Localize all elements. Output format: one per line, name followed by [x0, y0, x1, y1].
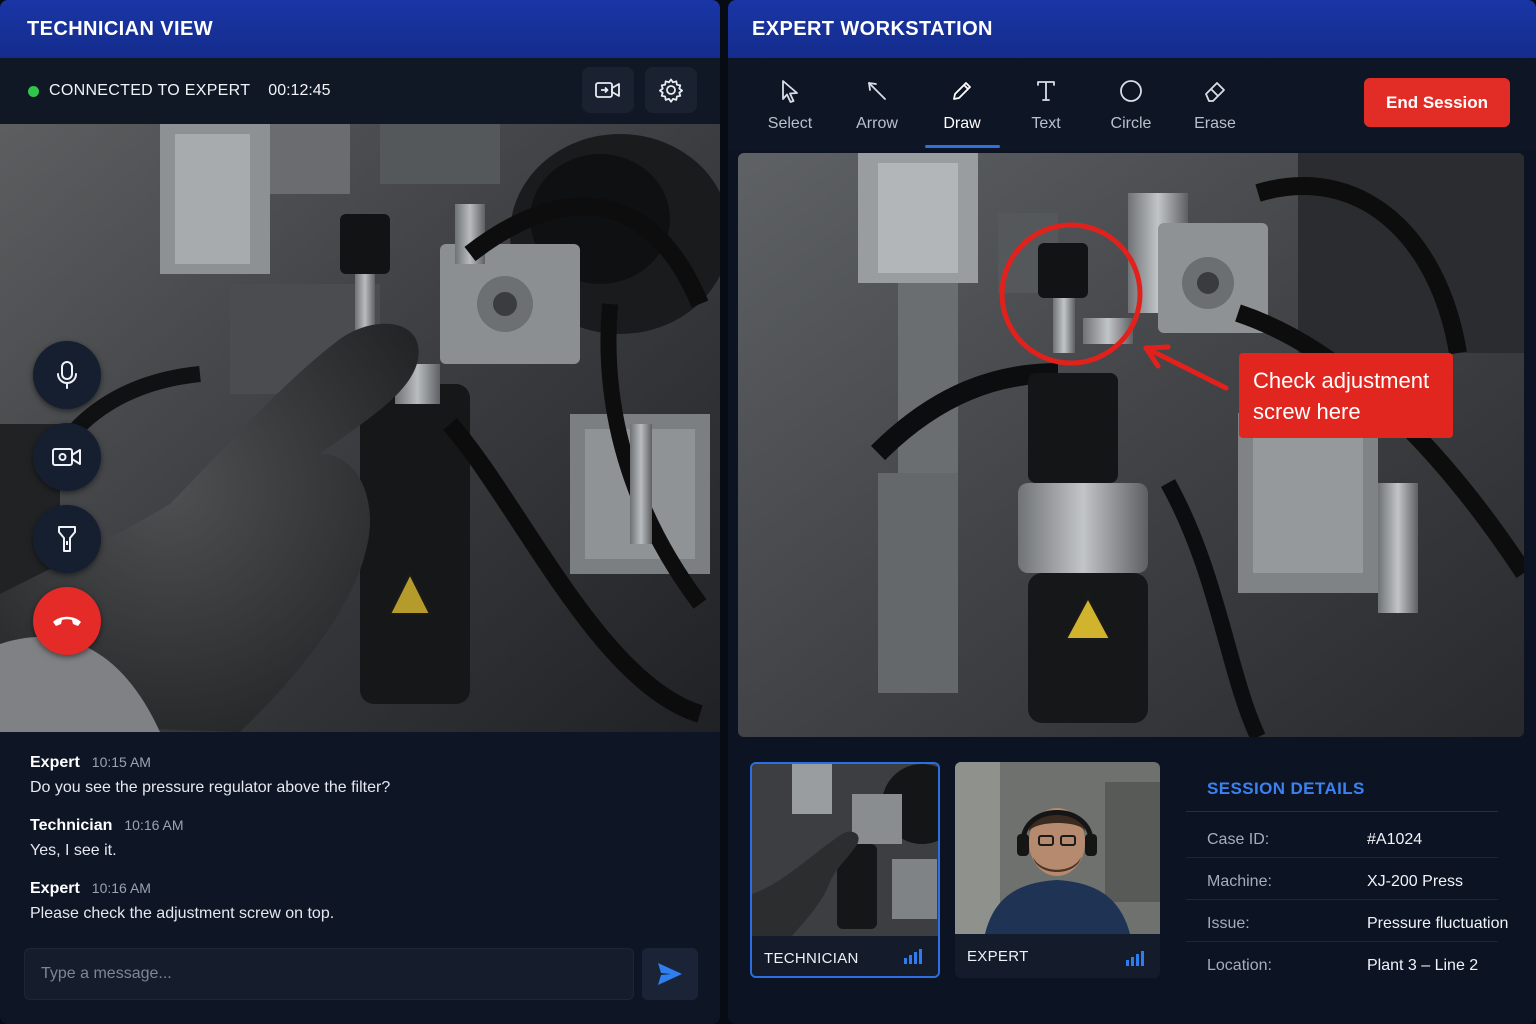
detail-value: XJ-200 Press — [1367, 873, 1464, 890]
active-tool-indicator — [925, 145, 1000, 148]
tool-label: Circle — [1110, 115, 1152, 132]
detail-row-case-id: Case ID: #A1024 — [1186, 816, 1498, 858]
message-text: Please check the adjustment screw on top… — [30, 905, 335, 922]
app-root: TECHNICIAN VIEW CONNECTED TO EXPERT 00:1… — [0, 0, 1536, 1024]
message-sender: Technician — [30, 817, 113, 834]
participant-name: TECHNICIAN — [764, 949, 859, 967]
hang-up-icon — [53, 616, 81, 626]
tool-erase[interactable]: Erase — [1175, 76, 1255, 146]
detail-row-location: Location: Plant 3 – Line 2 — [1186, 942, 1498, 984]
expert-workstation-panel: EXPERT WORKSTATION Select Arrow Draw Tex… — [728, 0, 1536, 1024]
message-text: Yes, I see it. — [30, 842, 117, 859]
eraser-icon — [1205, 82, 1225, 102]
tool-label: Draw — [943, 115, 981, 132]
participant-tile-expert[interactable]: EXPERT — [955, 762, 1160, 978]
flashlight-icon — [58, 526, 76, 552]
pencil-icon — [953, 82, 971, 100]
settings-button[interactable] — [645, 67, 697, 113]
detail-value: #A1024 — [1367, 831, 1423, 848]
chat-message: Expert 10:16 AM Please check the adjustm… — [30, 880, 690, 923]
divider — [1186, 811, 1498, 812]
annotated-machine-image — [738, 153, 1524, 737]
message-text: Do you see the pressure regulator above … — [30, 779, 391, 796]
participant-tile-technician[interactable]: TECHNICIAN — [750, 762, 940, 978]
annotation-toolbar: Select Arrow Draw Text Circle Erase End … — [728, 58, 1536, 150]
session-details-title: SESSION DETAILS — [1207, 779, 1365, 798]
tool-select[interactable]: Select — [750, 76, 830, 146]
detail-key: Machine: — [1207, 873, 1272, 890]
tool-label: Text — [1031, 115, 1061, 132]
signal-strength-icon — [904, 949, 922, 964]
end-session-button[interactable]: End Session — [1364, 78, 1510, 127]
technician-view-panel: TECHNICIAN VIEW CONNECTED TO EXPERT 00:1… — [0, 0, 720, 1024]
camera-switch-icon — [595, 82, 620, 98]
tool-draw[interactable]: Draw — [922, 76, 1002, 146]
hang-up-button[interactable] — [33, 587, 101, 655]
detail-key: Case ID: — [1207, 831, 1270, 848]
machine-closeup-image — [0, 124, 720, 732]
detail-row-issue: Issue: Pressure fluctuation — [1186, 900, 1508, 942]
detail-value: Pressure fluctuation — [1367, 915, 1509, 932]
message-time: 10:16 AM — [124, 817, 184, 833]
message-time: 10:15 AM — [91, 754, 151, 770]
call-timer: 00:12:45 — [268, 82, 331, 99]
expert-workstation-title: EXPERT WORKSTATION — [728, 0, 1536, 58]
tool-text[interactable]: Text — [1006, 76, 1086, 146]
flashlight-toggle-button[interactable] — [33, 505, 101, 573]
technician-view-title: TECHNICIAN VIEW — [0, 0, 720, 58]
detail-value: Plant 3 – Line 2 — [1367, 957, 1479, 974]
shared-video-canvas[interactable]: Check adjustment screw here — [738, 153, 1524, 737]
message-time: 10:16 AM — [91, 880, 151, 896]
microphone-icon — [57, 361, 77, 389]
detail-key: Location: — [1207, 957, 1272, 974]
detail-key: Issue: — [1207, 915, 1250, 932]
connection-status-dot — [28, 85, 39, 97]
video-toggle-button[interactable] — [33, 423, 101, 491]
camera-switch-button[interactable] — [582, 67, 634, 113]
circle-icon — [1120, 80, 1142, 102]
message-sender: Expert — [30, 880, 80, 897]
tool-arrow[interactable]: Arrow — [837, 76, 917, 146]
tool-label: Erase — [1194, 115, 1236, 132]
video-camera-icon — [52, 448, 81, 466]
connection-status-text: CONNECTED TO EXPERT — [49, 82, 251, 99]
technician-camera-feed — [0, 124, 720, 732]
message-sender: Expert — [30, 754, 80, 771]
signal-strength-icon — [1126, 951, 1144, 966]
detail-row-machine: Machine: XJ-200 Press — [1186, 858, 1498, 900]
microphone-toggle-button[interactable] — [33, 341, 101, 409]
tool-circle[interactable]: Circle — [1091, 76, 1171, 146]
session-details-card: SESSION DETAILS Case ID: #A1024 Machine:… — [1184, 762, 1514, 992]
participant-name: EXPERT — [967, 947, 1029, 965]
tool-label: Arrow — [856, 115, 898, 132]
tool-label: Select — [767, 115, 813, 132]
chat-message: Expert 10:15 AM Do you see the pressure … — [30, 754, 690, 797]
text-icon — [1037, 81, 1055, 101]
annotation-callout[interactable]: Check adjustment screw here — [1239, 353, 1453, 438]
send-message-button[interactable] — [642, 948, 698, 1000]
chat-message: Technician 10:16 AM Yes, I see it. — [30, 817, 690, 860]
technician-thumbnail — [752, 764, 938, 936]
expert-thumbnail — [955, 762, 1160, 934]
send-icon — [658, 963, 682, 985]
chat-panel: Expert 10:15 AM Do you see the pressure … — [0, 732, 720, 1024]
gear-icon — [659, 78, 683, 103]
arrow-tool-icon — [868, 82, 886, 100]
connection-status-bar: CONNECTED TO EXPERT 00:12:45 — [0, 58, 720, 124]
pointer-icon — [782, 80, 798, 103]
message-input[interactable] — [24, 948, 634, 1000]
